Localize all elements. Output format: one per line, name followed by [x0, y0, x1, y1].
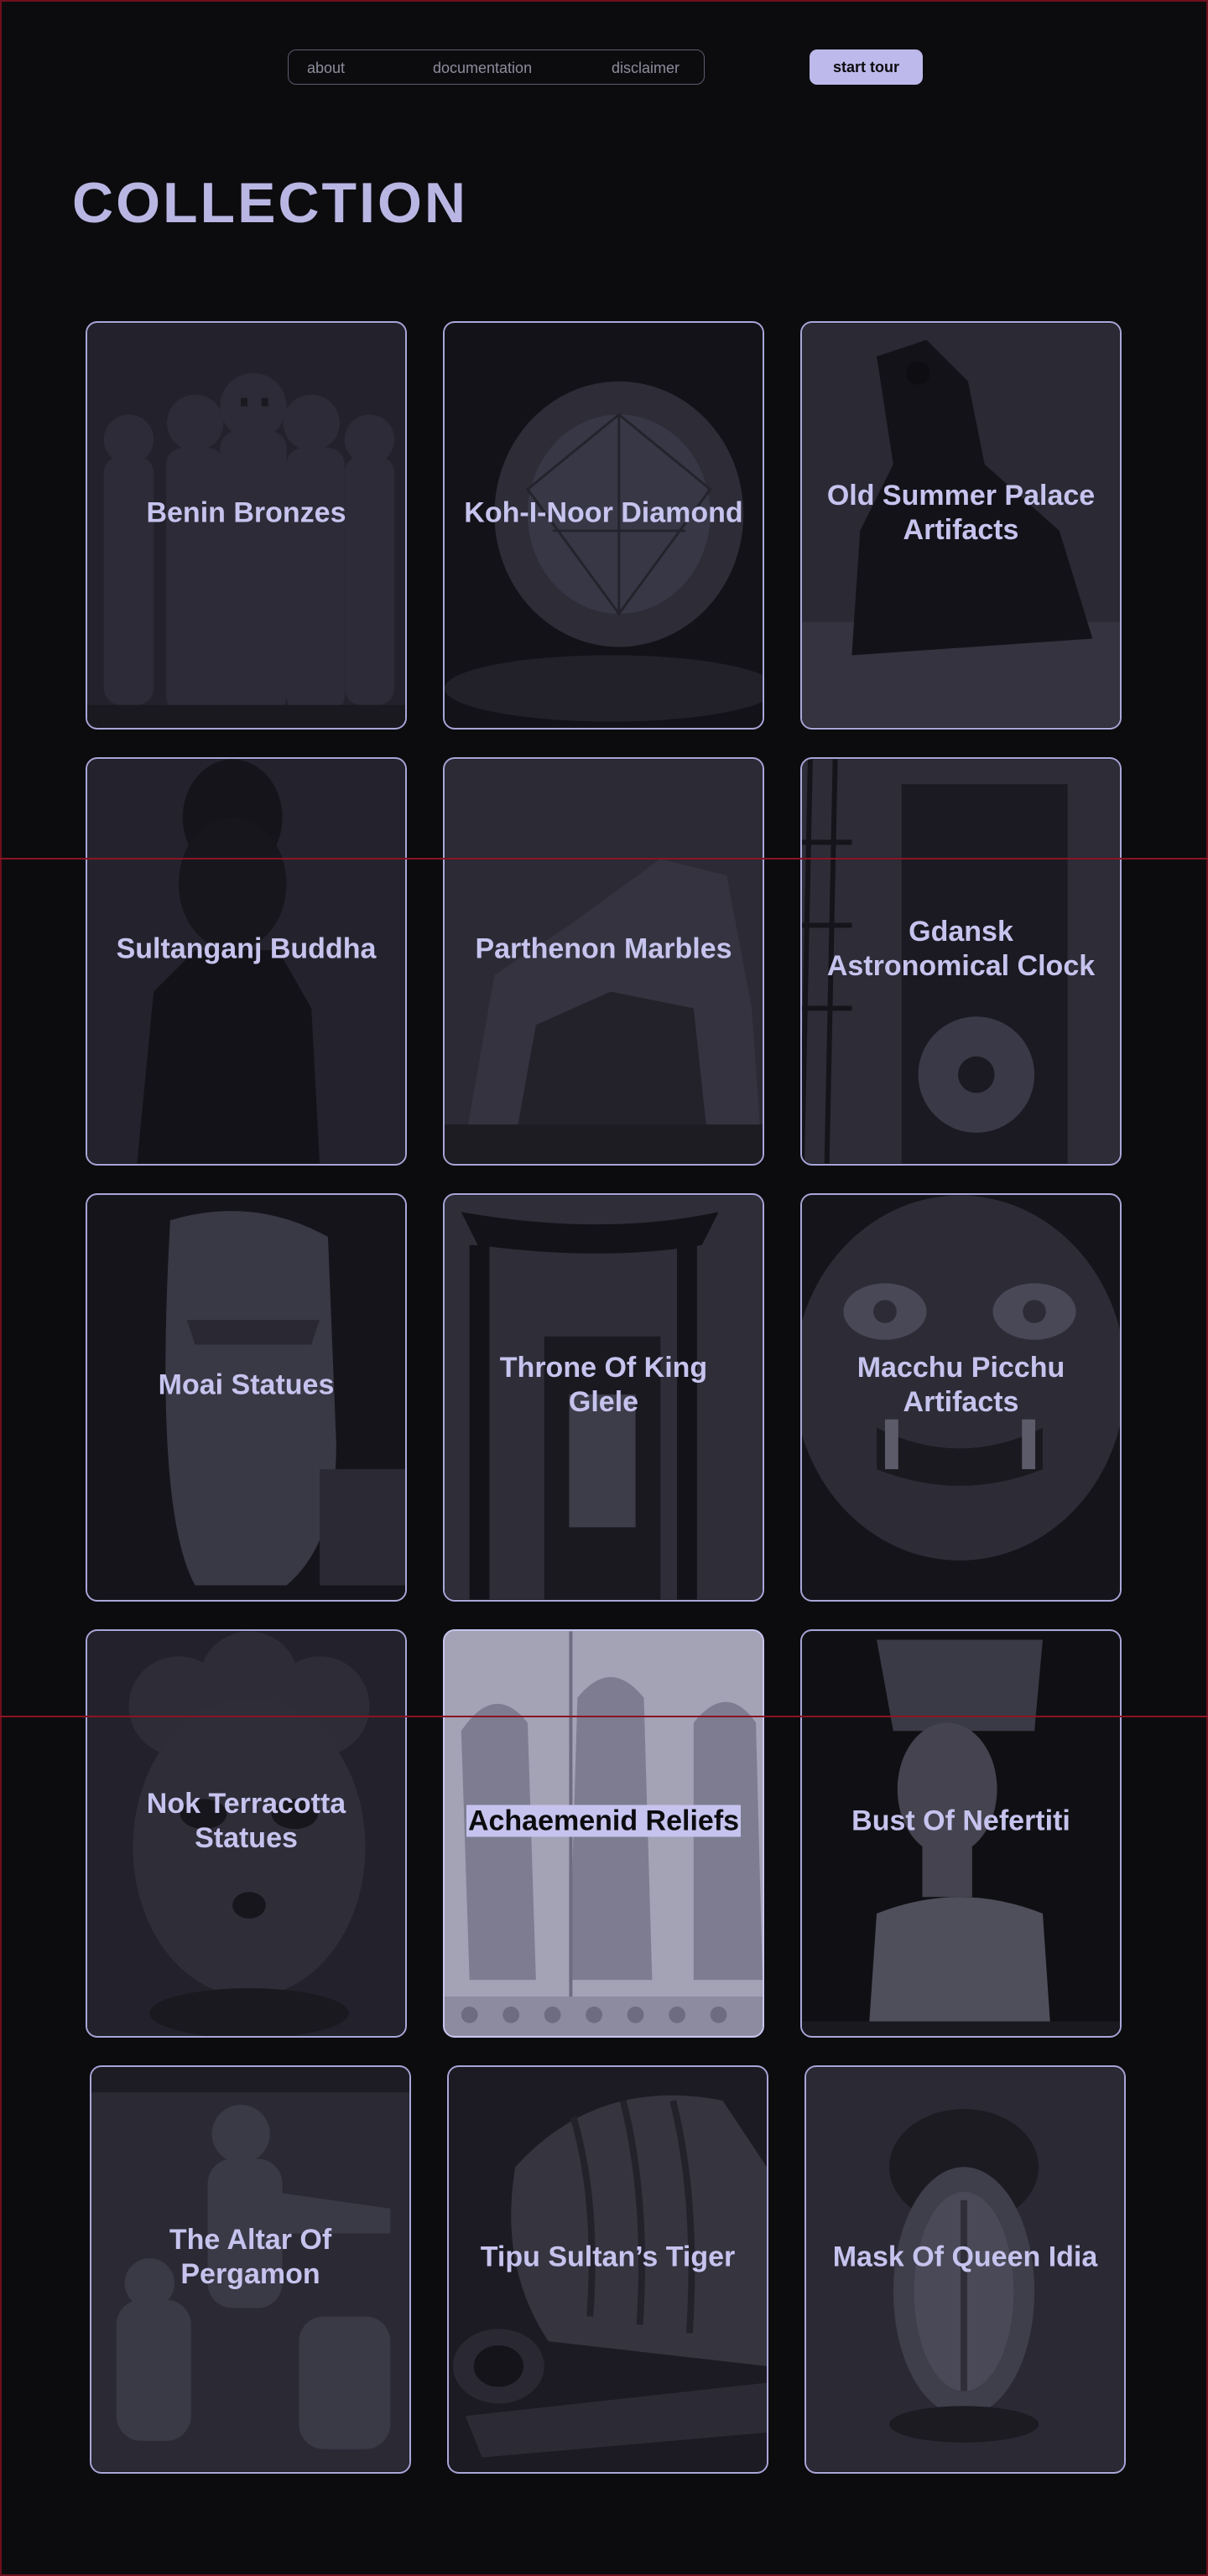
card-label: Throne Of King Glele: [499, 1351, 708, 1418]
card-label-text: Achaemenid Reliefs: [466, 1805, 742, 1836]
page-title: COLLECTION: [72, 171, 468, 235]
nav-link-documentation[interactable]: documentation: [433, 60, 532, 77]
collection-card[interactable]: The Altar Of Pergamon: [90, 2065, 411, 2474]
card-label: Parthenon Marbles: [475, 932, 732, 964]
start-tour-button[interactable]: start tour: [810, 49, 923, 85]
collection-card[interactable]: Throne Of King Glele: [443, 1193, 764, 1602]
collection-card[interactable]: Old Summer Palace Artifacts: [800, 321, 1122, 730]
card-label: Nok Terracotta Statues: [146, 1787, 346, 1854]
main-nav: about documentation disclaimer: [288, 49, 705, 85]
collection-card[interactable]: Nok Terracotta Statues: [86, 1629, 407, 2038]
card-label: Bust Of Nefertiti: [851, 1805, 1070, 1836]
card-label: Tipu Sultan’s Tiger: [480, 2241, 736, 2272]
collection-card[interactable]: Gdansk Astronomical Clock: [800, 757, 1122, 1166]
card-label: Koh-I-Noor Diamond: [464, 496, 743, 528]
card-label: Achaemenid Reliefs: [461, 1804, 746, 1838]
collection-card[interactable]: Bust Of Nefertiti: [800, 1629, 1122, 2038]
collection-card[interactable]: Achaemenid Reliefs: [443, 1629, 764, 2038]
collection-card[interactable]: Sultanganj Buddha: [86, 757, 407, 1166]
card-label: Moai Statues: [158, 1368, 335, 1400]
collection-card[interactable]: Macchu Picchu Artifacts: [800, 1193, 1122, 1602]
card-label: The Altar Of Pergamon: [169, 2223, 332, 2290]
card-label: Macchu Picchu Artifacts: [857, 1351, 1065, 1418]
card-label: Old Summer Palace Artifacts: [826, 479, 1096, 546]
nav-link-about[interactable]: about: [307, 60, 345, 77]
card-label: Benin Bronzes: [146, 496, 346, 528]
card-label: Mask Of Queen Idia: [832, 2241, 1098, 2272]
collection-card[interactable]: Parthenon Marbles: [443, 757, 764, 1166]
collection-card[interactable]: Benin Bronzes: [86, 321, 407, 730]
collection-card[interactable]: Koh-I-Noor Diamond: [443, 321, 764, 730]
collection-card[interactable]: Tipu Sultan’s Tiger: [447, 2065, 768, 2474]
nav-link-disclaimer[interactable]: disclaimer: [612, 60, 680, 77]
card-label: Sultanganj Buddha: [116, 932, 377, 964]
card-label: Gdansk Astronomical Clock: [826, 915, 1096, 982]
collection-card[interactable]: Moai Statues: [86, 1193, 407, 1602]
collection-card[interactable]: Mask Of Queen Idia: [804, 2065, 1126, 2474]
